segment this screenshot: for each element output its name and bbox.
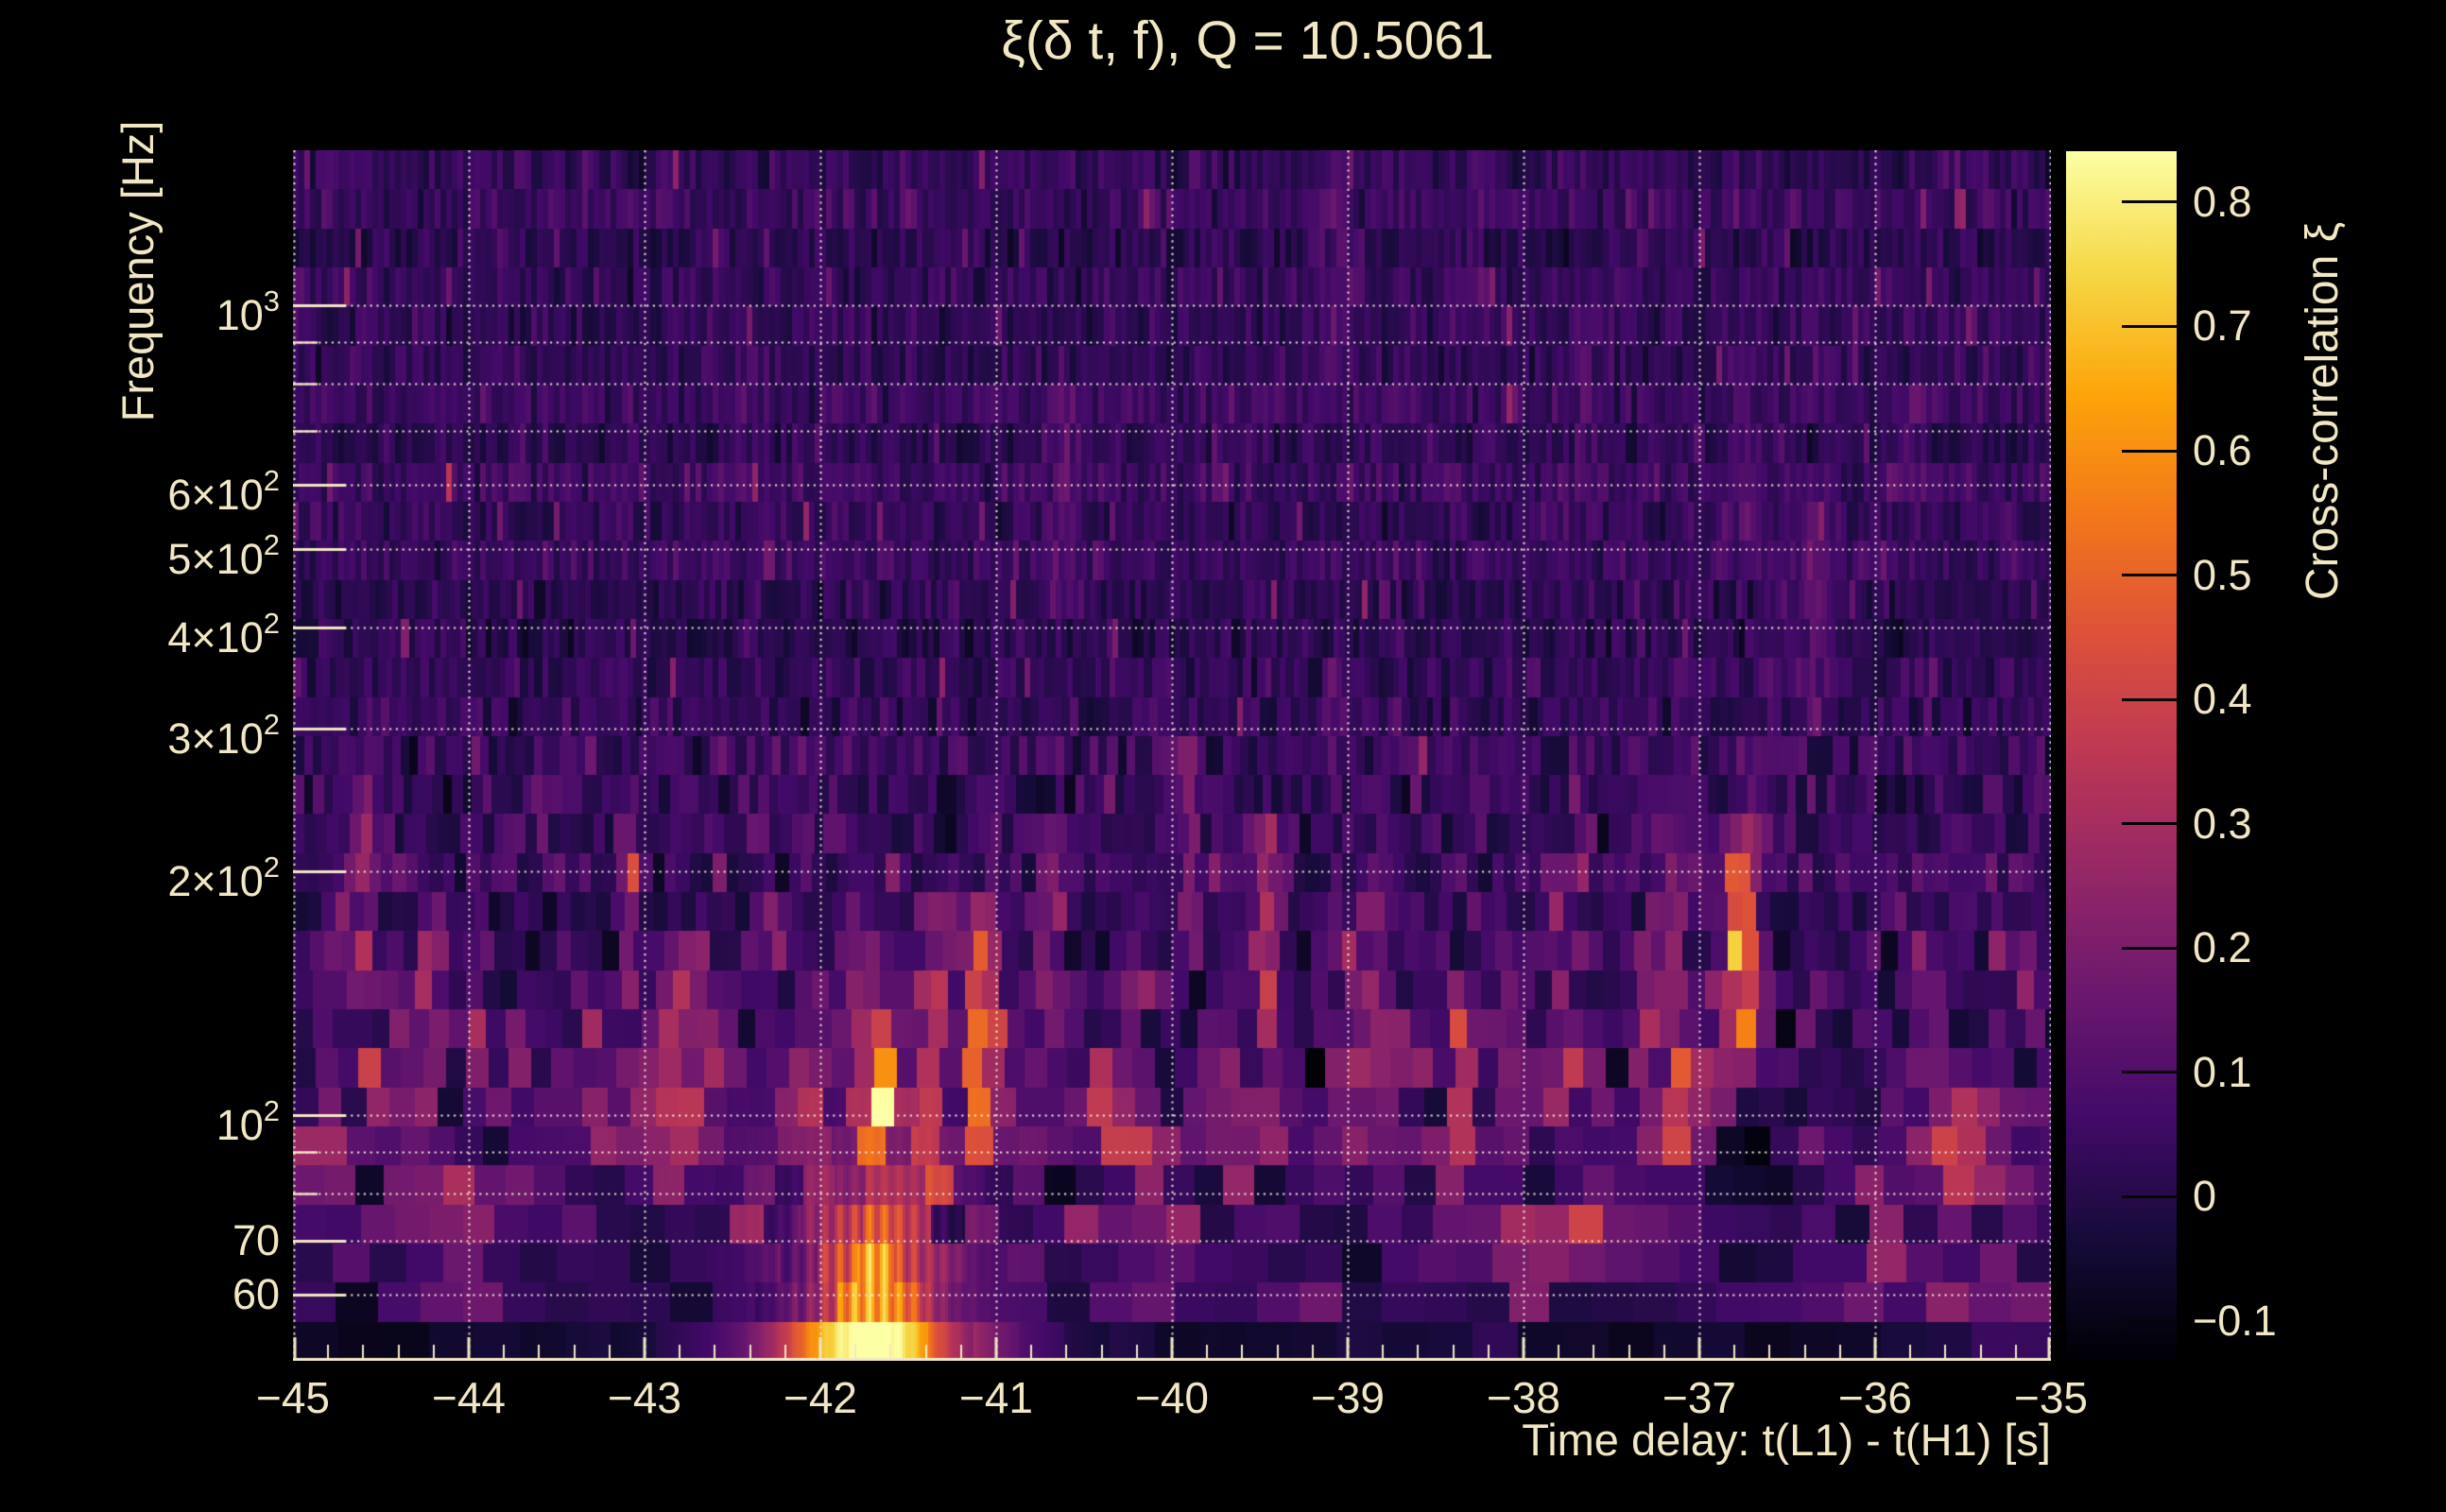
y-tick-label-200: 2×102: [0, 846, 280, 897]
colorbar-tick-label-0.3: 0.3: [2193, 799, 2420, 850]
y-tick-exponent: 2: [264, 528, 280, 561]
x-axis-label: Time delay: t(L1) - t(H1) [s]: [1106, 1414, 2051, 1466]
colorbar-tick-mark-0.1: [2122, 1071, 2177, 1074]
colorbar-tick-mark-0: [2122, 1195, 2177, 1198]
colorbar-tick-label-0.1: 0.1: [2193, 1047, 2420, 1098]
y-tick-label-400: 4×102: [0, 602, 280, 653]
x-tick-label--42: −42: [735, 1372, 905, 1423]
y-tick-exponent: 2: [264, 850, 280, 884]
y-tick-exponent: 2: [264, 464, 280, 497]
y-tick-label-60: 60: [0, 1269, 280, 1320]
colorbar-label: Cross-correlation ξ: [2293, 80, 2353, 742]
chart-title: ξ(δ t, f), Q = 10.5061: [680, 9, 1815, 72]
colorbar-tick-mark-0.8: [2122, 200, 2177, 203]
colorbar-tick-mark-0.6: [2122, 450, 2177, 453]
x-tick-label--43: −43: [560, 1372, 730, 1423]
x-tick-label--41: −41: [911, 1372, 1081, 1423]
colorbar-tick-mark-0.5: [2122, 574, 2177, 576]
y-tick-label-100: 102: [0, 1090, 280, 1141]
cross-correlation-qscan-figure: ξ(δ t, f), Q = 10.5061 Frequency [Hz] 10…: [0, 0, 2446, 1512]
colorbar-tick-mark-0.2: [2122, 947, 2177, 950]
heatmap-canvas: [293, 150, 2051, 1361]
colorbar-tick-mark-0.7: [2122, 325, 2177, 328]
y-tick-label-600: 6×102: [0, 459, 280, 510]
colorbar-tick-label-0.2: 0.2: [2193, 922, 2420, 973]
colorbar-tick-label--0.1: −0.1: [2193, 1296, 2420, 1347]
colorbar: [2066, 151, 2177, 1361]
y-tick-exponent: 2: [264, 607, 280, 640]
y-tick-label-300: 3×102: [0, 703, 280, 754]
x-tick-label--44: −44: [384, 1372, 554, 1423]
y-tick-label-70: 70: [0, 1215, 280, 1266]
x-tick-label--45: −45: [208, 1372, 378, 1423]
colorbar-tick-mark-0.4: [2122, 698, 2177, 701]
colorbar-tick-mark-0.3: [2122, 822, 2177, 825]
colorbar-tick-mark--0.1: [2122, 1319, 2177, 1322]
y-tick-exponent: 2: [264, 708, 280, 741]
y-tick-exponent: 2: [264, 1094, 280, 1127]
y-tick-label-1000: 103: [0, 280, 280, 331]
y-tick-label-500: 5×102: [0, 524, 280, 575]
y-tick-exponent: 3: [264, 284, 280, 318]
colorbar-tick-label-0: 0: [2193, 1171, 2420, 1222]
